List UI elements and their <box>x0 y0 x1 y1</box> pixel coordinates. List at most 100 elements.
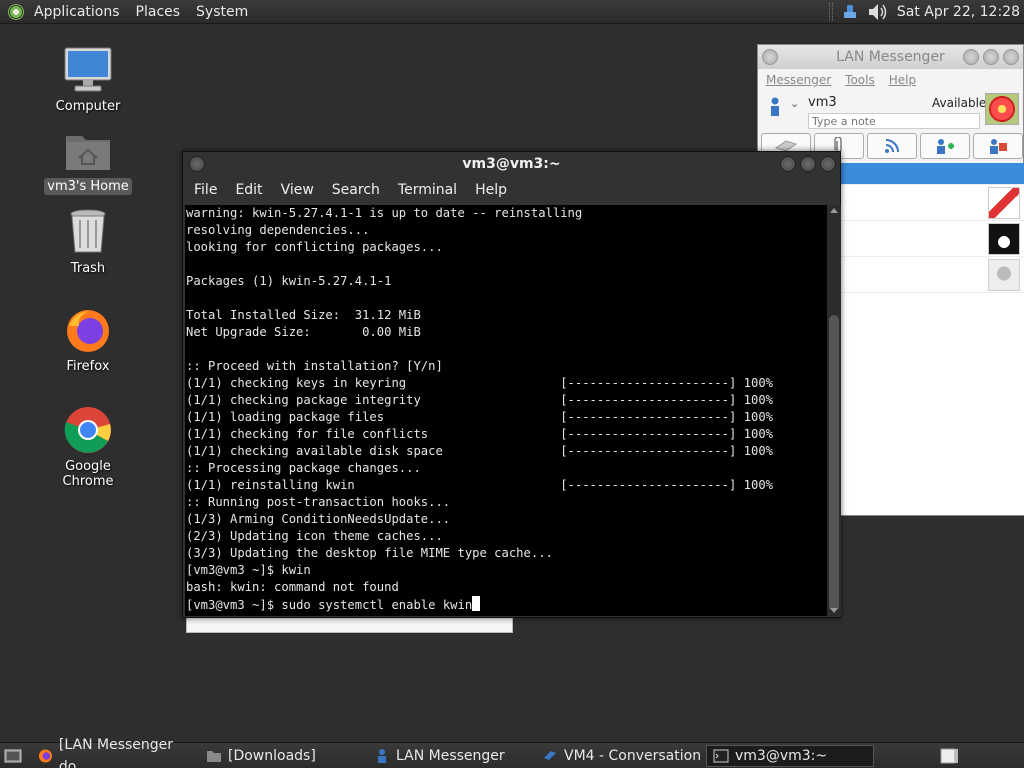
terminal-line: Packages (1) kwin-5.27.4.1-1 <box>186 274 392 288</box>
menu-terminal[interactable]: Terminal <box>389 182 466 198</box>
minimize-button[interactable] <box>780 156 796 172</box>
firefox-icon <box>38 749 52 763</box>
terminal-line: (1/1) checking available disk space [---… <box>186 444 773 458</box>
terminal-line: (1/1) checking package integrity [------… <box>186 393 773 407</box>
desktop-firefox[interactable]: Firefox <box>40 306 136 375</box>
lan-menu-messenger[interactable]: Messenger <box>766 69 831 91</box>
desktop-icon-label: Google Chrome <box>62 459 114 489</box>
trash-icon <box>63 208 113 256</box>
desktop-trash[interactable]: Trash <box>40 208 136 277</box>
terminal-line: [vm3@vm3 ~]$ kwin <box>186 563 311 577</box>
terminal-line: :: Processing package changes... <box>186 461 421 475</box>
contact-avatar <box>988 187 1020 219</box>
menu-edit[interactable]: Edit <box>226 182 271 198</box>
user-status-icon[interactable] <box>768 97 782 117</box>
terminal-command: sudo systemctl enable kwin <box>281 598 473 612</box>
menu-view[interactable]: View <box>272 182 323 198</box>
folder-icon <box>207 751 221 762</box>
maximize-button[interactable] <box>983 49 999 65</box>
task-label: [LAN Messenger do... <box>58 737 174 768</box>
task-label: LAN Messenger <box>396 748 505 764</box>
close-button[interactable] <box>820 156 836 172</box>
places-menu[interactable]: Places <box>128 0 189 24</box>
minimize-button[interactable] <box>963 49 979 65</box>
status-label[interactable]: Available <box>932 96 986 110</box>
terminal-line: (3/3) Updating the desktop file MIME typ… <box>186 546 553 560</box>
terminal-line: (1/1) checking keys in keyring [--------… <box>186 376 773 390</box>
conversation-icon <box>544 751 556 760</box>
toolbar-add-contact-button[interactable] <box>920 133 970 159</box>
lan-titlebar[interactable]: LAN Messenger <box>758 45 1023 69</box>
note-input[interactable] <box>808 113 980 129</box>
terminal-output[interactable]: warning: kwin-5.27.4.1-1 is up to date -… <box>185 205 827 616</box>
menu-search[interactable]: Search <box>323 182 389 198</box>
maximize-button[interactable] <box>800 156 816 172</box>
terminal-icon <box>713 749 729 763</box>
desktop-chrome[interactable]: Google Chrome <box>40 406 136 490</box>
window-menu-button[interactable] <box>762 49 778 65</box>
terminal-line: bash: kwin: command not found <box>186 580 399 594</box>
desktop-icon-label: vm3's Home <box>44 178 132 195</box>
lan-menu-tools[interactable]: Tools <box>845 69 875 91</box>
desktop-computer[interactable]: Computer <box>40 46 136 115</box>
task-vm4-conversation[interactable]: VM4 - Conversation <box>536 745 702 767</box>
system-menu[interactable]: System <box>188 0 256 24</box>
contact-avatar <box>988 259 1020 291</box>
workspace-switcher-icon[interactable] <box>940 747 960 765</box>
terminal-line: Total Installed Size: 31.12 MiB <box>186 308 421 322</box>
volume-icon[interactable] <box>867 2 889 22</box>
menu-file[interactable]: File <box>185 182 226 198</box>
terminal-line: resolving dependencies... <box>186 223 370 237</box>
task-terminal[interactable]: vm3@vm3:~ <box>706 745 874 767</box>
terminal-prompt: [vm3@vm3 ~]$ <box>186 598 282 612</box>
terminal-scrollbar[interactable] <box>827 205 841 616</box>
terminal-line: (1/1) reinstalling kwin [---------------… <box>186 478 773 492</box>
task-label: vm3@vm3:~ <box>735 748 828 764</box>
user-avatar[interactable] <box>985 93 1019 125</box>
desktop-home[interactable]: vm3's Home <box>40 126 136 195</box>
close-button[interactable] <box>1003 49 1019 65</box>
chevron-down-icon[interactable]: ⌄ <box>790 97 799 110</box>
terminal-line: :: Running post-transaction hooks... <box>186 495 451 509</box>
top-panel: Applications Places System Sat Apr 22, 1… <box>0 0 1024 24</box>
task-downloads[interactable]: [Downloads] <box>200 745 366 767</box>
terminal-line: (1/1) loading package files [-----------… <box>186 410 773 424</box>
scrollbar-thumb[interactable] <box>829 315 839 611</box>
tray-separator <box>828 3 833 21</box>
toolbar-broadcast-button[interactable] <box>867 133 917 159</box>
contact-avatar <box>988 223 1020 255</box>
terminal-line: (1/3) Arming ConditionNeedsUpdate... <box>186 512 451 526</box>
scroll-up-icon[interactable] <box>830 208 838 213</box>
menu-help[interactable]: Help <box>466 182 516 198</box>
terminal-titlebar[interactable]: vm3@vm3:~ <box>183 152 840 176</box>
network-icon[interactable] <box>841 3 859 21</box>
firefox-icon <box>63 306 113 354</box>
desktop-icon-label: Firefox <box>66 359 110 374</box>
scroll-down-icon[interactable] <box>830 608 838 613</box>
terminal-line: warning: kwin-5.27.4.1-1 is up to date -… <box>186 206 583 220</box>
terminal-line: (1/1) checking for file conflicts [-----… <box>186 427 773 441</box>
task-lan-messenger[interactable]: LAN Messenger <box>368 745 534 767</box>
desktop-icon-label: Computer <box>55 99 121 114</box>
toolbar-group-button[interactable] <box>973 133 1023 159</box>
window-menu-button[interactable] <box>189 156 205 172</box>
lan-window-title: LAN Messenger <box>836 49 945 65</box>
computer-icon <box>63 46 113 94</box>
home-folder-icon <box>63 126 113 174</box>
lan-menu-help[interactable]: Help <box>889 69 916 91</box>
lan-messenger-icon <box>378 749 386 763</box>
broadcast-icon <box>885 139 899 153</box>
distro-logo-icon[interactable] <box>8 3 24 20</box>
applications-menu[interactable]: Applications <box>26 0 128 24</box>
terminal-title: vm3@vm3:~ <box>462 156 561 172</box>
clock[interactable]: Sat Apr 22, 12:28 <box>897 4 1020 20</box>
terminal-input-line[interactable]: [vm3@vm3 ~]$ sudo systemctl enable kwin <box>186 596 826 613</box>
text-cursor <box>472 596 481 611</box>
bottom-panel: [LAN Messenger do... [Downloads] LAN Mes… <box>0 737 1024 768</box>
terminal-line: looking for conflicting packages... <box>186 240 443 254</box>
task-lan-messenger-download[interactable]: [LAN Messenger do... <box>32 737 198 768</box>
user-name: vm3 <box>808 95 837 110</box>
show-desktop-icon[interactable] <box>4 747 22 765</box>
